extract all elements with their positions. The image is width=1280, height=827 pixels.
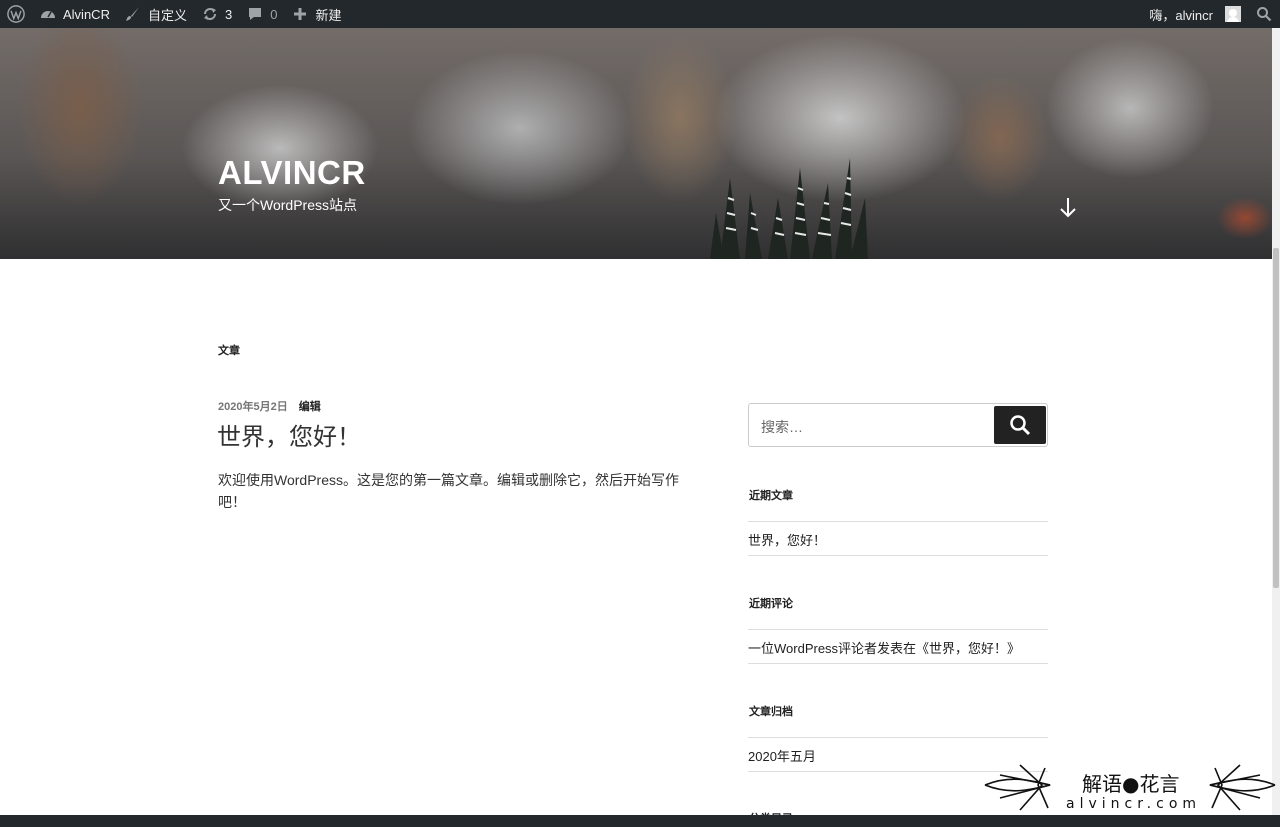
recent-comment-link[interactable]: 一位WordPress评论者发表在《世界，您好！》	[748, 629, 1048, 664]
wordpress-logo-icon	[7, 5, 25, 23]
comments-link[interactable]: 0	[239, 0, 284, 28]
plus-icon	[291, 5, 309, 23]
post-meta: 2020年5月2日 编辑	[218, 398, 321, 414]
recent-comments-title: 近期评论	[749, 598, 793, 610]
archives-title: 文章归档	[749, 706, 793, 718]
search-icon	[1010, 415, 1031, 436]
wordpress-menu[interactable]	[0, 0, 32, 28]
updates-count: 3	[224, 6, 233, 22]
edit-post-link[interactable]: 编辑	[299, 401, 321, 413]
new-content-menu[interactable]: 新建	[284, 0, 348, 28]
customize-label: 自定义	[147, 7, 187, 23]
recent-posts-title: 近期文章	[749, 490, 793, 502]
site-name-label: AlvinCR	[63, 6, 110, 22]
page-heading: 文章	[218, 345, 240, 357]
search-input[interactable]: 搜索…	[761, 417, 803, 437]
dashboard-icon	[39, 5, 57, 23]
recent-post-link[interactable]: 世界，您好！	[748, 521, 1048, 556]
search-icon	[1255, 5, 1273, 23]
site-name-menu[interactable]: AlvinCR	[32, 0, 117, 28]
post-title[interactable]: 世界，您好！	[217, 417, 361, 452]
customize-link[interactable]: 自定义	[117, 0, 194, 28]
greeting-label: 嗨，alvincr	[1149, 7, 1213, 23]
search-button[interactable]	[994, 406, 1046, 444]
comments-count: 0	[270, 6, 278, 22]
header-image: ALVINCR 又一个WordPress站点	[0, 28, 1272, 259]
admin-bar: AlvinCR 自定义 3 0 新建 嗨，alvincr	[0, 0, 1280, 28]
scroll-down-arrow-icon[interactable]	[1058, 196, 1078, 220]
post-content: 欢迎使用WordPress。这是您的第一篇文章。编辑或删除它，然后开始写作吧！	[218, 472, 679, 510]
search-form: 搜索…	[748, 403, 1048, 447]
admin-search[interactable]	[1248, 0, 1280, 28]
comment-icon	[246, 5, 264, 23]
plant-image	[710, 158, 868, 259]
new-label: 新建	[315, 7, 342, 23]
scrollbar-thumb[interactable]	[1273, 248, 1279, 588]
site-title[interactable]: ALVINCR	[218, 154, 366, 192]
site-description: 又一个WordPress站点	[218, 197, 357, 213]
my-account-menu[interactable]: 嗨，alvincr	[1142, 0, 1248, 28]
updates-link[interactable]: 3	[194, 0, 239, 28]
refresh-icon	[201, 5, 219, 23]
avatar	[1225, 6, 1241, 22]
watermark-title: 解语●花言	[1082, 772, 1180, 796]
brush-icon	[124, 5, 142, 23]
watermark-subtitle: alvincr.com	[1066, 796, 1202, 812]
post-date-link[interactable]: 2020年5月2日	[218, 401, 288, 413]
